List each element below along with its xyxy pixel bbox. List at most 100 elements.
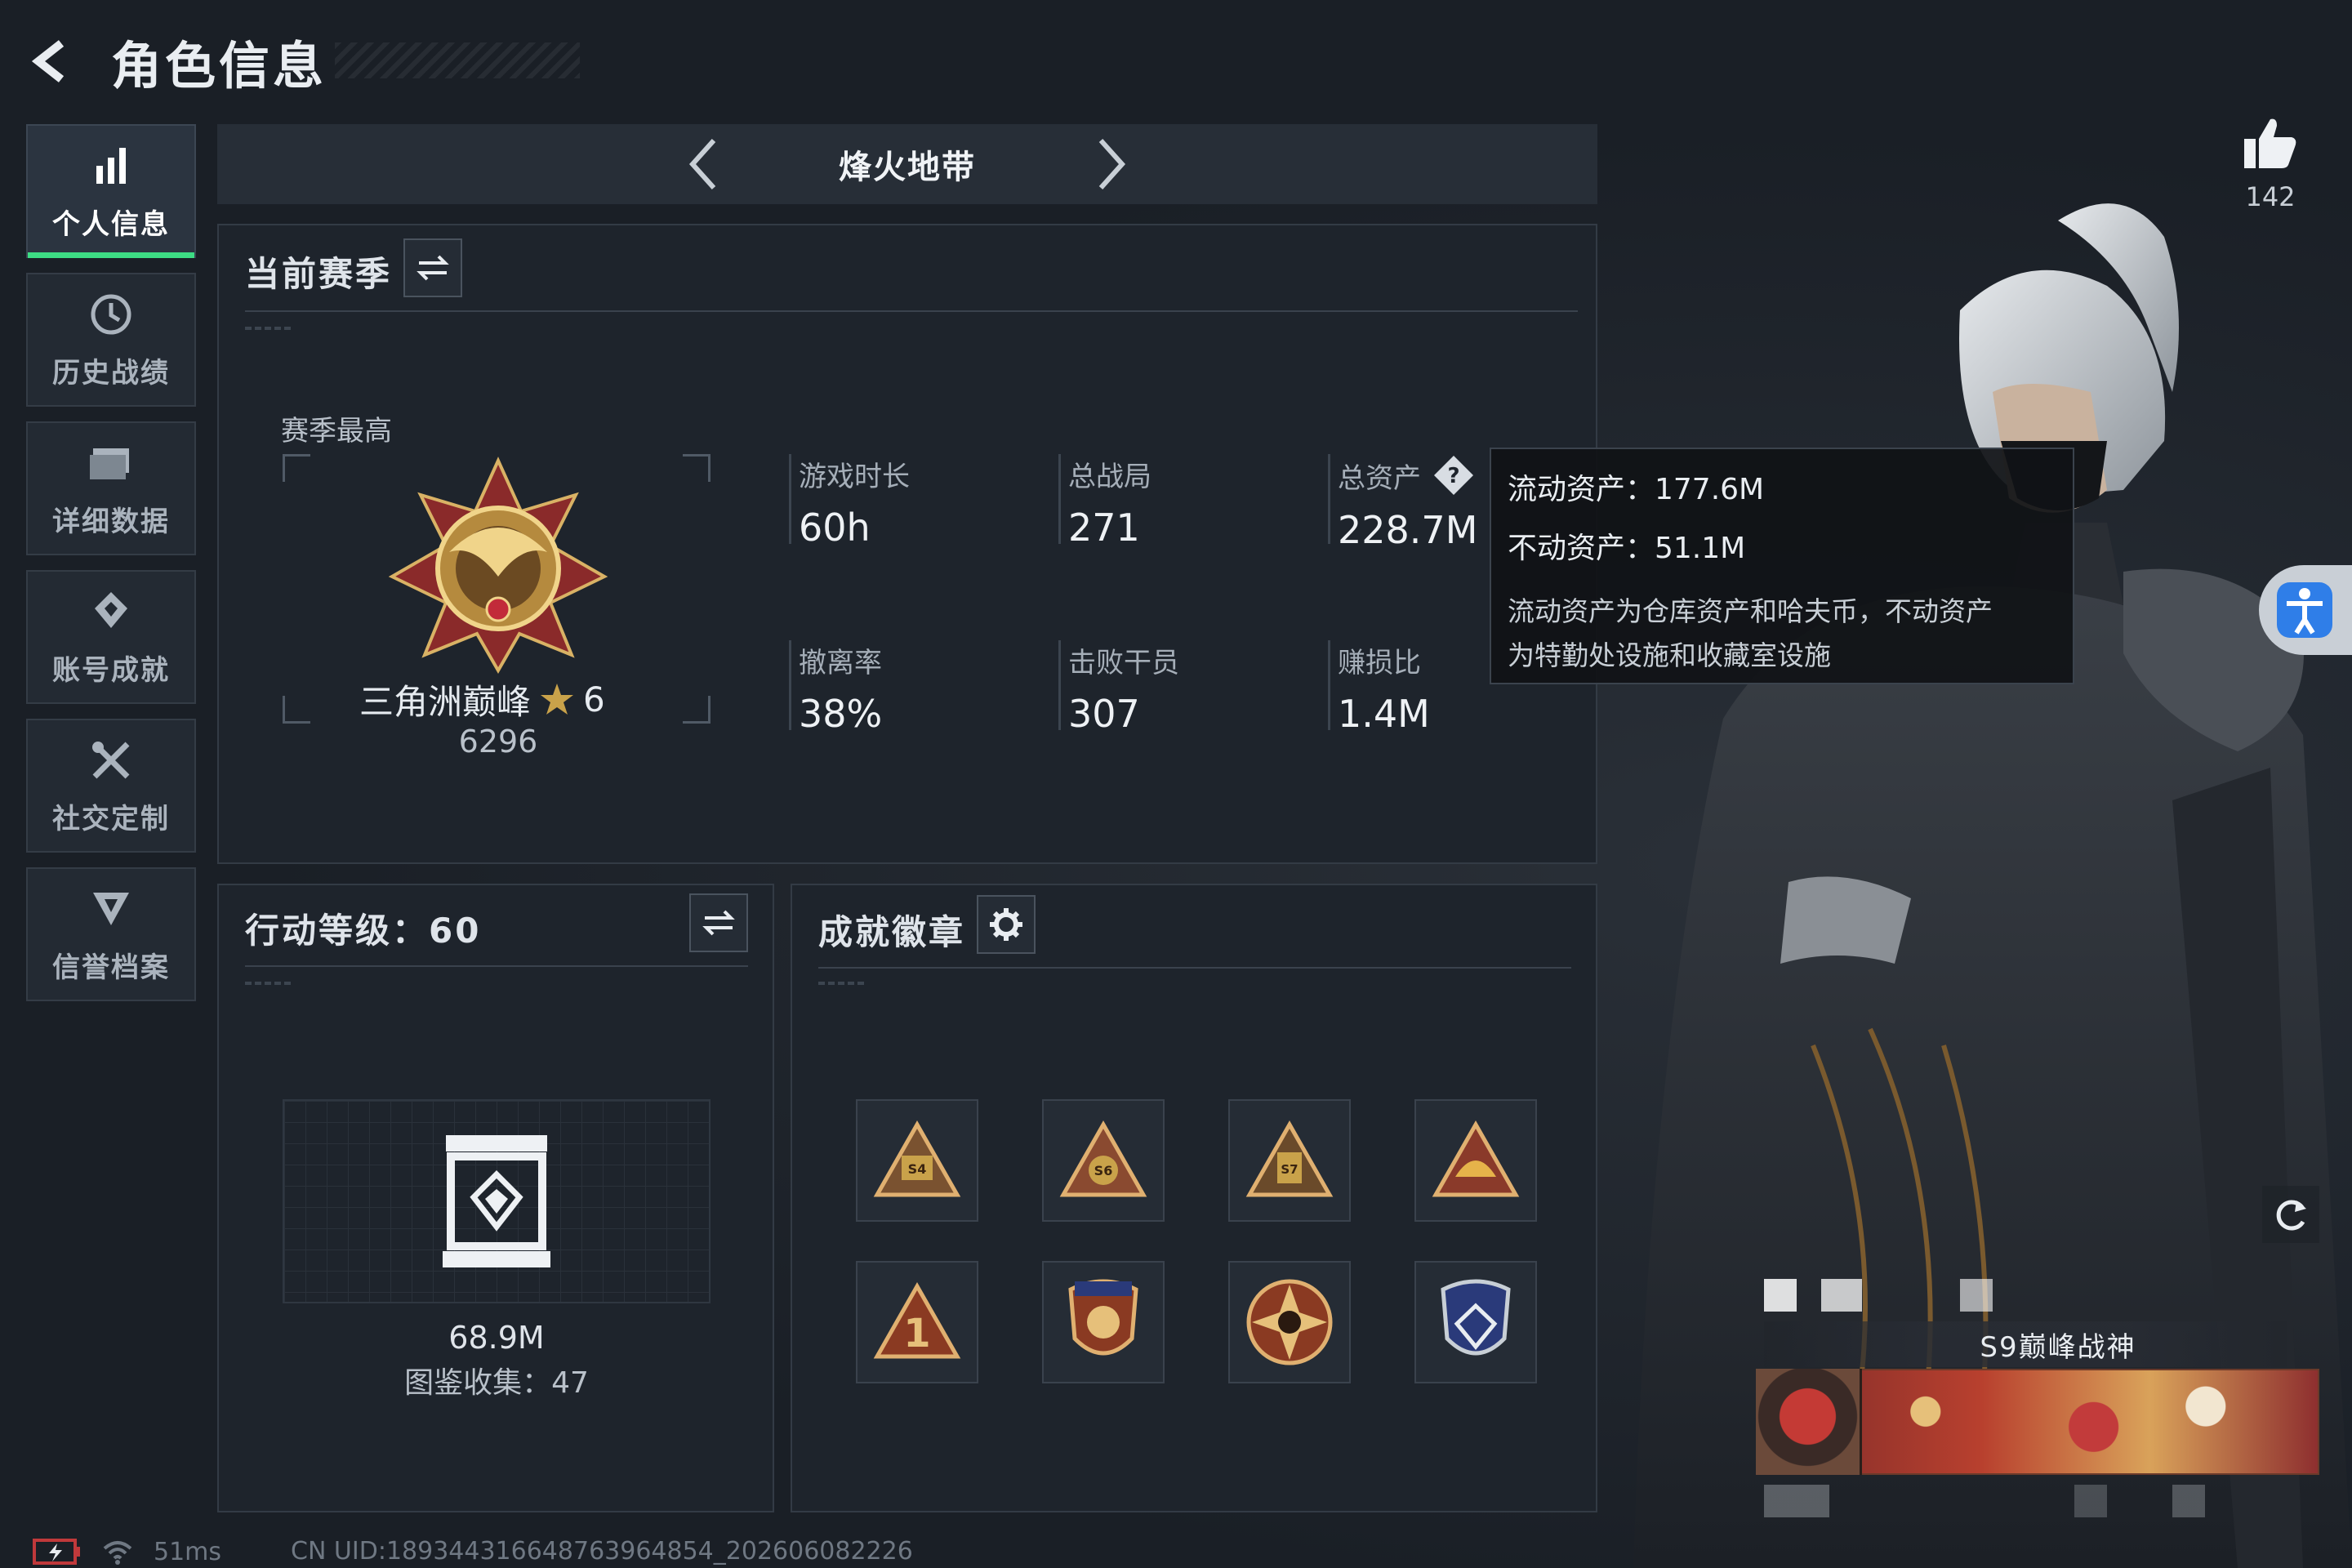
tooltip-desc-line: 为特勤处设施和收藏室设施 <box>1508 639 1831 671</box>
achievement-badge[interactable] <box>1042 1261 1165 1383</box>
achievement-badge[interactable] <box>1414 1261 1537 1383</box>
rank-score: 6296 <box>458 724 538 760</box>
card-title-strip: S9巅峰战神 <box>1764 1321 2287 1367</box>
gear-icon <box>990 908 1022 941</box>
help-icon[interactable]: ? <box>1432 454 1475 497</box>
sidebar-item-label: 信誉档案 <box>52 951 170 984</box>
uid-text: CN UID:1893443166487639648​54_2026060822… <box>291 1537 913 1566</box>
card-title: S9巅峰战神 <box>1980 1330 2136 1364</box>
achievement-badge[interactable]: 1 <box>856 1261 978 1383</box>
sidebar-item-social[interactable]: 社交定制 <box>26 719 196 853</box>
back-button[interactable] <box>24 33 82 90</box>
divider <box>245 965 748 967</box>
achievements-title: 成就徽章 <box>818 912 966 952</box>
stat-value: 307 <box>1068 692 1140 736</box>
back-arrow-icon <box>31 40 65 82</box>
achievement-badge[interactable]: S6 <box>1042 1099 1165 1222</box>
accessibility-icon <box>2277 582 2332 638</box>
chevron-right-icon <box>1098 138 1126 190</box>
wifi-icon <box>103 1541 132 1565</box>
bar-chart-icon <box>96 147 126 184</box>
divider <box>818 967 1571 969</box>
season-panel-title: 当前赛季 <box>245 254 393 294</box>
divider <box>245 310 1578 312</box>
achievements-settings-button[interactable] <box>977 895 1036 954</box>
accessibility-button[interactable] <box>2259 565 2352 655</box>
action-level-switch-button[interactable] <box>689 893 748 952</box>
achievement-badge[interactable]: S4 <box>856 1099 978 1222</box>
sidebar-item-label: 历史战绩 <box>52 356 170 390</box>
card-info-redacted <box>1764 1485 2295 1517</box>
mode-prev-button[interactable] <box>670 131 736 197</box>
refresh-icon <box>2276 1200 2306 1231</box>
stat-value: 228.7M <box>1338 508 1478 552</box>
achievement-badge[interactable] <box>1228 1261 1351 1383</box>
achievement-badge[interactable] <box>1414 1099 1537 1222</box>
mode-selector: 烽火地带 <box>217 124 1597 204</box>
sidebar-item-achievements[interactable]: 账号成就 <box>26 570 196 704</box>
page-title: 角色信息 <box>111 36 327 96</box>
rank-name-text: 三角洲巅峰 <box>359 682 532 722</box>
card-name-redacted <box>1764 1279 2287 1312</box>
stat-divider <box>1058 640 1061 730</box>
codex-value: 68.9M <box>448 1320 545 1356</box>
season-switch-button[interactable] <box>403 238 462 297</box>
assets-tooltip: 流动资产：177.6M 不动资产：51.1M 流动资产为仓库资产和哈夫币，不动资… <box>1490 448 2074 684</box>
tooltip-liquid-assets: 流动资产：177.6M <box>1508 473 1765 506</box>
tooltip-description: 流动资产为仓库资产和哈夫币，不动资产 为特勤处设施和收藏室设施 <box>1508 590 2056 678</box>
action-level-title: 行动等级：60 <box>245 911 482 951</box>
refresh-button[interactable] <box>2262 1186 2319 1243</box>
sidebar-item-label: 账号成就 <box>52 653 170 687</box>
achievement-badge[interactable]: S7 <box>1228 1099 1351 1222</box>
sidebar-item-personal-info[interactable]: 个人信息 <box>26 124 196 258</box>
decoration <box>818 982 867 985</box>
codex-collection[interactable] <box>283 1099 710 1303</box>
ping-value: 51ms <box>154 1537 222 1566</box>
stat-total-assets: 总资产 ? 228.7M <box>1328 454 1478 552</box>
decoration <box>245 982 294 985</box>
svg-text:S7: S7 <box>1281 1162 1298 1177</box>
frame-corner <box>283 454 310 482</box>
compass-star-badge-icon <box>1246 1279 1333 1365</box>
stat-value: 38% <box>799 692 883 736</box>
svg-text:S6: S6 <box>1094 1163 1113 1178</box>
svg-text:?: ? <box>1447 464 1459 488</box>
rank-emblem-icon <box>388 457 608 674</box>
swap-icon <box>702 910 735 936</box>
tooltip-desc-line: 流动资产为仓库资产和哈夫币，不动资产 <box>1508 595 1993 627</box>
sidebar-item-detailed-data[interactable]: 详细数据 <box>26 421 196 555</box>
stat-divider <box>1328 454 1330 544</box>
swap-icon <box>416 255 449 281</box>
like-count: 142 <box>2245 181 2296 212</box>
stat-operators-defeated: 击败干员 307 <box>1058 640 1179 736</box>
folder-icon <box>90 448 129 479</box>
chevron-left-icon <box>688 138 716 190</box>
codex-count: 图鉴收集：47 <box>404 1366 589 1400</box>
stat-divider <box>789 454 791 544</box>
sidebar: 个人信息 历史战绩 详细数据 账号成就 社交定制 信誉档案 <box>26 124 196 1016</box>
rank-stars: 6 <box>583 679 605 719</box>
frame-corner <box>683 696 710 724</box>
sidebar-item-credit[interactable]: 信誉档案 <box>26 867 196 1001</box>
stat-divider <box>1058 454 1061 544</box>
mode-next-button[interactable] <box>1079 131 1144 197</box>
title-decoration <box>335 42 580 78</box>
stat-value: 1.4M <box>1338 692 1430 736</box>
stat-label: 撤离率 <box>799 647 882 679</box>
crest-badge-icon <box>1432 1120 1520 1197</box>
stat-divider <box>1328 640 1330 730</box>
svg-text:S4: S4 <box>908 1161 927 1177</box>
avatar <box>1756 1369 1862 1475</box>
stat-profit-loss: 赚损比 1.4M <box>1328 640 1430 736</box>
stat-value: 271 <box>1068 506 1140 550</box>
sidebar-item-label: 详细数据 <box>52 505 170 538</box>
s4-badge-icon: S4 <box>873 1120 961 1197</box>
like-button[interactable]: 142 <box>2238 114 2303 212</box>
sidebar-item-history[interactable]: 历史战绩 <box>26 273 196 407</box>
mode-name: 烽火地带 <box>839 149 976 186</box>
sidebar-item-label: 社交定制 <box>52 802 170 835</box>
stat-play-time: 游戏时长 60h <box>789 454 910 550</box>
star-shield-badge-icon <box>1068 1279 1138 1356</box>
frame-corner <box>283 696 310 724</box>
stat-label: 击败干员 <box>1068 647 1179 679</box>
